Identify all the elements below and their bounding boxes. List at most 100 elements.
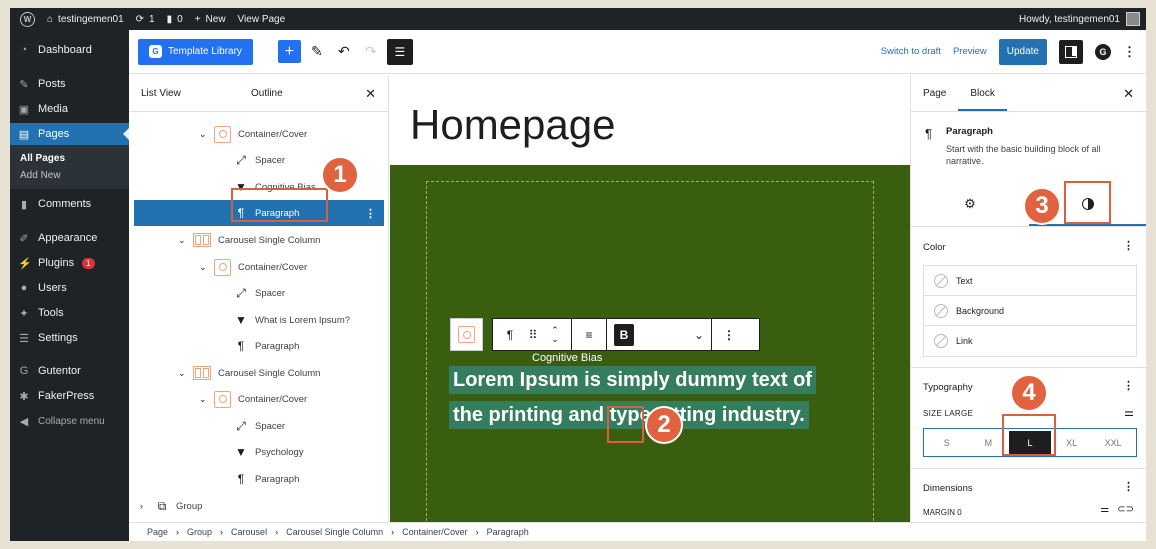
breadcrumb-item[interactable]: Page [147,527,168,537]
color-text-item[interactable]: Text [924,266,1136,296]
wp-logo-button[interactable]: W [10,8,41,30]
list-item[interactable]: ⌄ Container/Cover [199,121,307,147]
pages-submenu: All Pages Add New [10,145,129,189]
close-icon[interactable]: ✕ [1123,86,1134,102]
list-item[interactable]: ⤢ Spacer [234,147,285,173]
cover-icon [214,390,231,408]
chevron-right-icon: › [220,527,224,537]
parent-block-button[interactable] [450,318,483,351]
heading-icon: ▼ [235,313,247,327]
redo-button[interactable]: ↷ [360,41,382,63]
sidebar-item-tools[interactable]: ✦ Tools [10,302,129,324]
sidebar-item-dashboard[interactable]: ◔ Dashboard [10,39,129,61]
size-option-xl[interactable]: XL [1051,431,1093,454]
sidebar-item-gutentor[interactable]: G Gutentor [10,360,129,382]
submenu-all-pages[interactable]: All Pages [10,150,129,167]
page-title[interactable]: Homepage [410,101,615,149]
options-kebab-icon[interactable]: ⋮ [1123,44,1136,60]
drag-handle[interactable]: ⠿ [527,319,539,350]
tab-list-view[interactable]: List View [129,75,239,112]
view-page-link[interactable]: View Page [232,8,292,30]
tab-block[interactable]: Block [958,75,1006,111]
paragraph-icon: ¶ [237,472,245,486]
undo-button[interactable]: ↶ [333,41,355,63]
collapse-menu-button[interactable]: ◀ Collapse menu [10,410,129,432]
list-item[interactable]: ▼ What is Lorem Ipsum? [234,307,350,333]
list-item[interactable]: ⤢ Spacer [234,413,285,439]
tab-page[interactable]: Page [911,75,958,111]
update-button[interactable]: Update [998,38,1047,65]
edit-tools-button[interactable]: ✎ [306,41,328,63]
list-item[interactable]: ⌄ Container/Cover [199,386,307,412]
sidebar-item-settings[interactable]: ☰ Settings [10,327,129,349]
margin-label: MARGIN 0 [923,508,962,517]
font-size-label: SIZE LARGE [923,409,974,418]
new-content-link[interactable]: + New [189,8,232,30]
add-block-button[interactable]: + [277,40,301,63]
breadcrumb-item[interactable]: Carousel Single Column [286,527,383,537]
switch-to-draft-button[interactable]: Switch to draft [881,46,941,57]
list-view-button[interactable]: ☰ [386,38,413,65]
sidebar-item-posts[interactable]: ✎ Posts [10,73,129,95]
list-item[interactable]: ¶ Paragraph [234,333,300,359]
sidebar-item-appearance[interactable]: ✐ Appearance [10,227,129,249]
sidebar-item-media[interactable]: ▣ Media [10,98,129,120]
updates-link[interactable]: ⟳ 1 [130,8,161,30]
bold-icon: B [614,323,634,346]
breadcrumb-item[interactable]: Carousel [231,527,267,537]
settings-toggle-button[interactable] [1059,39,1083,64]
size-option-s[interactable]: S [926,431,968,454]
account-menu[interactable]: Howdy, testingemen01 [1019,12,1146,26]
sidebar-item-users[interactable]: ● Users [10,277,129,299]
highlight-box [1064,181,1111,224]
breadcrumb-item[interactable]: Group [187,527,212,537]
list-item[interactable]: ⤢ Spacer [234,280,285,306]
color-link-item[interactable]: Link [924,326,1136,356]
app-frame: W ⌂ testingemen01 ⟳ 1 ▮ 0 + New View Page Ho… [10,8,1146,541]
list-item[interactable]: ¶ Paragraph [234,466,300,492]
sidebar-item-pages[interactable]: ▤ Pages [10,123,129,145]
gutentor-icon[interactable]: G [1095,43,1111,60]
highlight-box [607,406,644,443]
chevron-down-icon: ⌄ [693,327,705,342]
breadcrumb-item[interactable]: Paragraph [487,527,529,537]
site-name-link[interactable]: ⌂ testingemen01 [41,8,130,30]
options-kebab-icon[interactable]: ⋮ [365,207,376,220]
options-kebab-icon[interactable]: ⋮ [1123,239,1134,252]
spacer-icon: ⤢ [236,285,246,300]
block-type-button[interactable]: ¶ [493,319,527,350]
options-kebab-icon[interactable]: ⋮ [1123,480,1134,493]
sliders-icon: ☰ [19,332,29,345]
more-formats-button[interactable]: ⌄ [687,319,711,350]
sliders-icon[interactable]: ⚌ [1124,406,1134,419]
list-item[interactable]: ⌄ Container/Cover [199,254,307,280]
align-button[interactable]: ≡ [572,319,606,350]
preview-button[interactable]: Preview [953,46,987,57]
tab-outline[interactable]: Outline [239,75,295,112]
wordpress-icon: W [20,11,35,27]
color-background-item[interactable]: Background [924,296,1136,326]
align-left-icon: ≡ [585,327,593,342]
link-icon[interactable]: ⊂⊃ [1117,504,1134,515]
breadcrumb-item[interactable]: Container/Cover [402,527,468,537]
size-option-xxl[interactable]: XXL [1092,431,1134,454]
submenu-add-new[interactable]: Add New [10,167,129,184]
home-icon: ⌂ [47,13,54,25]
bold-button[interactable]: B [607,319,641,350]
list-item[interactable]: ⌄ Carousel Single Column [178,360,320,386]
sidebar-item-plugins[interactable]: ⚡ Plugins 1 [10,252,129,274]
sidebar-item-fakerpress[interactable]: ✱ FakerPress [10,385,129,407]
comments-link[interactable]: ▮ 0 [161,8,189,30]
sliders-icon[interactable]: ⚌ [1100,504,1109,515]
sidebar-item-comments[interactable]: ▮ Comments [10,193,129,215]
tab-settings[interactable]: ⚙ [911,182,1029,226]
block-options-button[interactable]: ⋮ [712,319,746,350]
list-item[interactable]: ▼ Psychology [234,439,304,465]
close-icon[interactable]: ✕ [365,86,376,102]
move-buttons[interactable]: ⌃ ⌄ [539,319,571,350]
list-item[interactable]: › ⧉ Group [140,493,202,519]
template-library-button[interactable]: G Template Library [138,38,253,65]
options-kebab-icon[interactable]: ⋮ [1123,379,1134,392]
link-button[interactable] [641,319,687,350]
list-item[interactable]: ⌄ Carousel Single Column [178,227,320,253]
